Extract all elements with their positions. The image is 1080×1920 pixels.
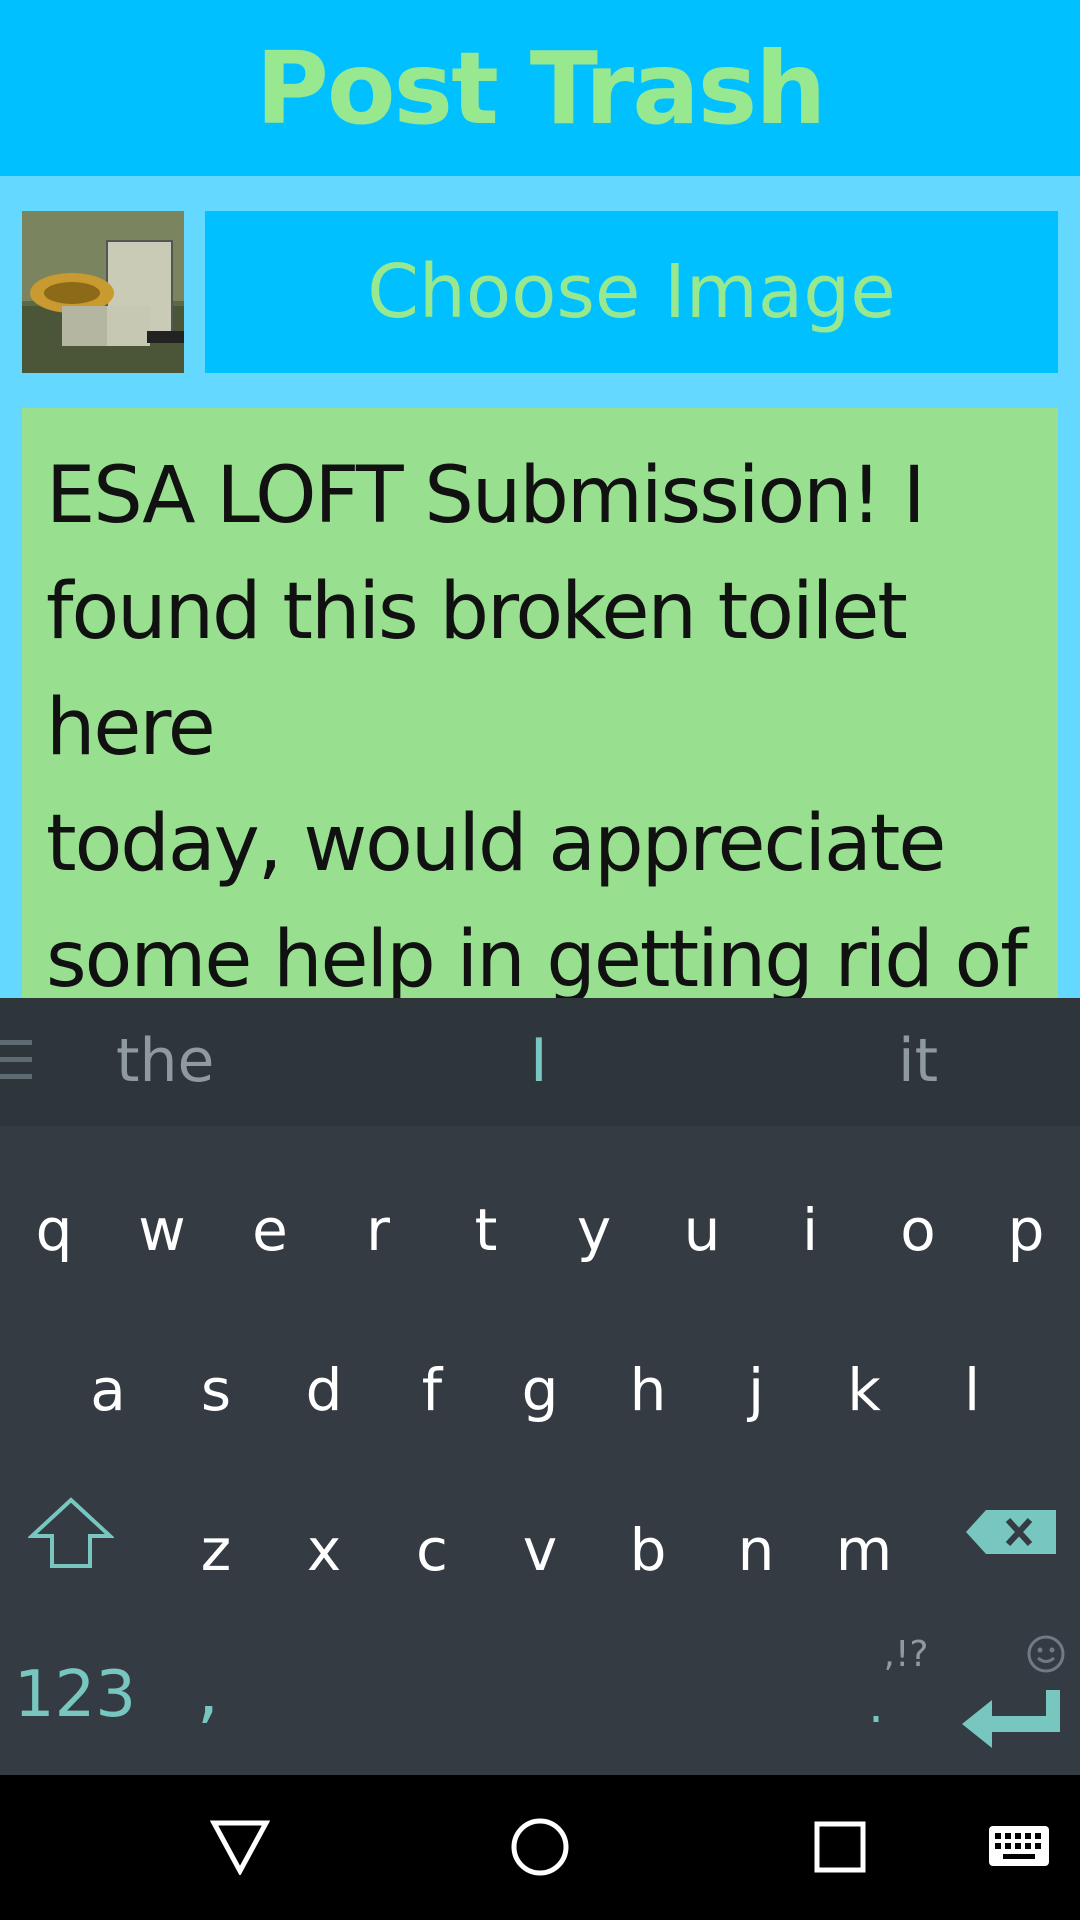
key-a[interactable]: a bbox=[58, 1356, 158, 1424]
post-form: Choose Image ESA LOFT Submission! I foun… bbox=[0, 176, 1080, 1121]
key-b[interactable]: b bbox=[598, 1516, 698, 1584]
punct-hint: ,!? bbox=[883, 1634, 929, 1675]
key-p[interactable]: p bbox=[976, 1196, 1076, 1264]
suggestion-i[interactable]: I bbox=[530, 1026, 548, 1096]
description-textarea[interactable]: ESA LOFT Submission! I found this broken… bbox=[22, 408, 1058, 1121]
app-header: Post Trash bbox=[0, 0, 1080, 176]
key-f[interactable]: f bbox=[382, 1356, 482, 1424]
key-r[interactable]: r bbox=[328, 1196, 428, 1264]
enter-icon[interactable] bbox=[960, 1688, 1062, 1754]
suggestion-the[interactable]: the bbox=[116, 1026, 214, 1096]
choose-image-button[interactable]: Choose Image bbox=[205, 211, 1058, 373]
key-v[interactable]: v bbox=[490, 1516, 590, 1584]
numbers-key[interactable]: 123 bbox=[10, 1658, 140, 1732]
space-bar[interactable] bbox=[270, 1638, 840, 1748]
key-t[interactable]: t bbox=[436, 1196, 536, 1264]
selected-image-thumbnail[interactable] bbox=[22, 211, 184, 373]
key-m[interactable]: m bbox=[814, 1516, 914, 1584]
choose-image-label: Choose Image bbox=[367, 249, 896, 335]
key-g[interactable]: g bbox=[490, 1356, 590, 1424]
emoji-icon[interactable] bbox=[1026, 1634, 1066, 1678]
key-y[interactable]: y bbox=[544, 1196, 644, 1264]
suggestion-it[interactable]: it bbox=[898, 1026, 938, 1096]
back-icon[interactable] bbox=[209, 1819, 271, 1879]
page-title: Post Trash bbox=[255, 29, 827, 147]
shift-icon[interactable] bbox=[26, 1496, 116, 1574]
key-c[interactable]: c bbox=[382, 1516, 482, 1584]
comma-key[interactable]: , bbox=[158, 1650, 258, 1732]
soft-keyboard: the I it q w e r t y u i o p a s d f g h… bbox=[0, 998, 1080, 1775]
home-icon[interactable] bbox=[510, 1817, 570, 1881]
key-n[interactable]: n bbox=[706, 1516, 806, 1584]
key-e[interactable]: e bbox=[220, 1196, 320, 1264]
key-w[interactable]: w bbox=[112, 1196, 212, 1264]
key-d[interactable]: d bbox=[274, 1356, 374, 1424]
keyboard-icon[interactable] bbox=[988, 1825, 1050, 1871]
key-i[interactable]: i bbox=[760, 1196, 860, 1264]
menu-icon[interactable] bbox=[0, 1040, 32, 1080]
recents-icon[interactable] bbox=[814, 1821, 866, 1877]
key-j[interactable]: j bbox=[706, 1356, 806, 1424]
key-z[interactable]: z bbox=[166, 1516, 266, 1584]
key-x[interactable]: x bbox=[274, 1516, 374, 1584]
suggestion-strip: the I it bbox=[0, 998, 1080, 1126]
key-s[interactable]: s bbox=[166, 1356, 266, 1424]
key-o[interactable]: o bbox=[868, 1196, 968, 1264]
key-h[interactable]: h bbox=[598, 1356, 698, 1424]
backspace-icon[interactable] bbox=[964, 1508, 1058, 1560]
key-l[interactable]: l bbox=[922, 1356, 1022, 1424]
key-k[interactable]: k bbox=[814, 1356, 914, 1424]
period-key[interactable]: . bbox=[836, 1678, 916, 1734]
key-q[interactable]: q bbox=[4, 1196, 104, 1264]
key-u[interactable]: u bbox=[652, 1196, 752, 1264]
system-nav-bar bbox=[0, 1775, 1080, 1920]
